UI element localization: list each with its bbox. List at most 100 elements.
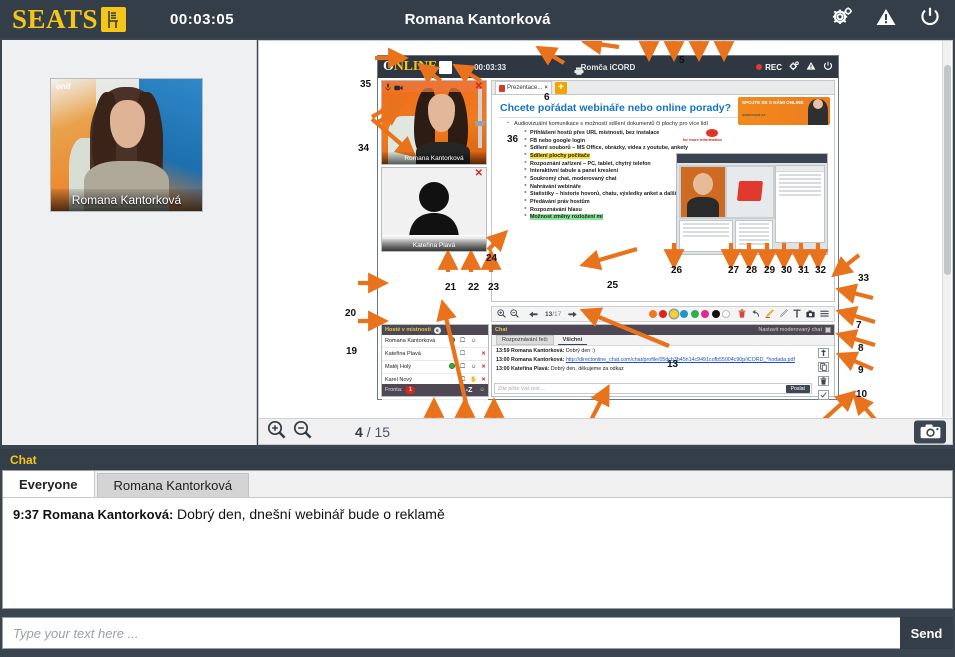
- viewer-scrollbar-thumb[interactable]: [944, 65, 951, 275]
- color-swatch[interactable]: [701, 310, 709, 318]
- emoji-icon[interactable]: ☺: [468, 364, 479, 370]
- embedded-chat-tabs: Rozpoznávání řeči Všichni: [492, 335, 834, 346]
- participant-row[interactable]: Romana Kantorková 🖵 ☺: [382, 335, 488, 348]
- trash-icon[interactable]: [738, 305, 746, 323]
- color-swatch[interactable]: [711, 310, 720, 318]
- participant-row[interactable]: Kateřina Plavá 🖵 ✕: [382, 348, 488, 361]
- document-tab-label: Prezentace...: [507, 85, 543, 91]
- zoom-out-icon[interactable]: [510, 305, 519, 323]
- slide-bullet: Přihlášení hostů přes URL místnosti, bez…: [524, 129, 828, 138]
- color-swatch-selected[interactable]: [669, 310, 678, 318]
- application-root: SEATS 00:03:05 Romana Kantorková onif Ro…: [0, 0, 955, 657]
- embedded-chat-side-buttons: [814, 346, 832, 400]
- participants-count: 6: [433, 326, 441, 334]
- check-icon[interactable]: [817, 390, 829, 400]
- checkbox-icon[interactable]: [825, 327, 831, 333]
- zoom-in-icon[interactable]: [267, 420, 286, 444]
- rec-dot-icon: [756, 64, 763, 70]
- arrow-left-icon[interactable]: [529, 305, 538, 323]
- close-icon[interactable]: ×: [544, 85, 548, 91]
- color-swatch[interactable]: [659, 310, 667, 318]
- screen-icon[interactable]: 🖵: [457, 338, 468, 345]
- chat-tab-romana[interactable]: Romana Kantorková: [96, 473, 250, 497]
- participant-row[interactable]: Matěj Holý 🖵 ☺ ✕: [382, 361, 488, 374]
- color-swatch[interactable]: [690, 310, 699, 318]
- chat-message-author: Romana Kantorková:: [511, 348, 565, 354]
- settings-gears-icon[interactable]: [831, 6, 853, 32]
- annotation-number: 33: [858, 273, 870, 284]
- highlighter-icon[interactable]: [765, 305, 774, 323]
- color-swatch[interactable]: [680, 310, 688, 318]
- viewer-toolbar: 4 / 15: [259, 418, 952, 444]
- annotation-number: 23: [488, 282, 500, 293]
- remove-participant-icon[interactable]: ✕: [479, 364, 488, 370]
- pencil-icon[interactable]: [779, 305, 788, 323]
- color-swatch[interactable]: [722, 310, 730, 318]
- undo-icon[interactable]: [751, 305, 760, 323]
- viewer-page-current: 4: [355, 423, 363, 440]
- participants-header-label: Hosté v místnosti: [385, 327, 431, 333]
- text-tool-icon[interactable]: [793, 305, 801, 323]
- chat-tab-everyone[interactable]: Všichni: [557, 336, 588, 345]
- chat-message-link[interactable]: http://directonline_chat.com/chat/profil…: [566, 357, 795, 363]
- remove-participant-icon[interactable]: ✕: [479, 377, 488, 383]
- mic-icon[interactable]: [385, 81, 391, 96]
- embedded-chat-send-button[interactable]: Poslat: [785, 384, 810, 393]
- menu-hamburger-icon[interactable]: [820, 305, 829, 323]
- moderated-chat-toggle[interactable]: Nastavit moderovaný chat: [758, 327, 831, 333]
- video-tile-guest[interactable]: ✕ Kateřina Plavá: [381, 167, 487, 252]
- volume-slider-knob[interactable]: [475, 120, 485, 126]
- chat-panel-title: Chat: [0, 449, 955, 470]
- chat-tab-speech-recognition[interactable]: Rozpoznávání řeči: [496, 335, 554, 345]
- embedded-title-bar: ONLINE 00:03:33 Romča iCORD REC: [378, 56, 838, 78]
- tool-buttons: [738, 305, 829, 323]
- participant-name: Matěj Holý: [385, 364, 411, 370]
- brand-text: SEATS: [12, 3, 99, 34]
- warning-triangle-icon[interactable]: [875, 7, 897, 32]
- warning-triangle-icon[interactable]: [806, 58, 816, 76]
- camera-tile[interactable]: onif Romana Kantorková: [50, 78, 203, 212]
- rec-label: REC: [765, 62, 782, 72]
- screen-icon[interactable]: 🖵: [457, 351, 468, 358]
- online-status-icon: [446, 363, 457, 371]
- chat-message: 9:37 Romana Kantorková: Dobrý den, dnešn…: [13, 506, 942, 522]
- power-icon[interactable]: [919, 6, 941, 33]
- volume-slider-track[interactable]: [478, 89, 482, 148]
- close-icon[interactable]: ✕: [475, 168, 483, 179]
- add-document-button[interactable]: +: [554, 81, 567, 94]
- hand-icon[interactable]: ✋: [468, 377, 479, 383]
- sort-az-button[interactable]: A-Z: [461, 387, 473, 394]
- arrow-right-icon[interactable]: [568, 305, 577, 323]
- trash-icon[interactable]: [817, 376, 829, 386]
- upload-icon[interactable]: [817, 348, 829, 358]
- screen-icon[interactable]: 🖵: [457, 377, 468, 384]
- drawing-toolbar: 13/17: [491, 306, 835, 322]
- send-button[interactable]: Send: [900, 617, 953, 649]
- video-tile-controls: [382, 81, 486, 92]
- participants-panel: Hosté v místnosti 6 Romana Kantorková 🖵 …: [381, 324, 489, 400]
- emoji-picker-icon[interactable]: ☺: [479, 387, 485, 393]
- embedded-chat-panel: Chat Nastavit moderovaný chat Rozpoznává…: [491, 324, 835, 400]
- screen-icon[interactable]: 🖵: [457, 364, 468, 371]
- annotation-number: 30: [781, 265, 793, 276]
- chat-tab-everyone[interactable]: Everyone: [3, 471, 95, 497]
- power-icon[interactable]: [823, 58, 833, 76]
- viewer-scrollbar[interactable]: [942, 41, 951, 417]
- zoom-out-icon[interactable]: [293, 420, 312, 444]
- zoom-in-icon[interactable]: [497, 305, 506, 323]
- chat-input[interactable]: Type your text here ...: [2, 617, 900, 649]
- page-title: Romana Kantorková: [404, 10, 551, 28]
- chat-message-text: Dobrý den, děkujeme za odkaz: [550, 365, 624, 372]
- chair-icon: [101, 6, 127, 32]
- color-swatch[interactable]: [648, 310, 657, 318]
- annotation-number: 31: [798, 265, 810, 276]
- copy-icon[interactable]: [817, 362, 829, 372]
- emoji-icon[interactable]: ☺: [468, 338, 479, 344]
- settings-gears-icon[interactable]: [789, 58, 799, 76]
- embedded-chat-input[interactable]: Zde pište Váš text ... Poslat: [494, 383, 812, 394]
- camera-icon[interactable]: [394, 81, 403, 96]
- camera-icon[interactable]: [806, 305, 815, 323]
- video-tile-presenter[interactable]: ✕ Romana Kantorková: [381, 80, 487, 165]
- camera-icon[interactable]: [914, 420, 946, 443]
- remove-participant-icon[interactable]: ✕: [479, 351, 488, 357]
